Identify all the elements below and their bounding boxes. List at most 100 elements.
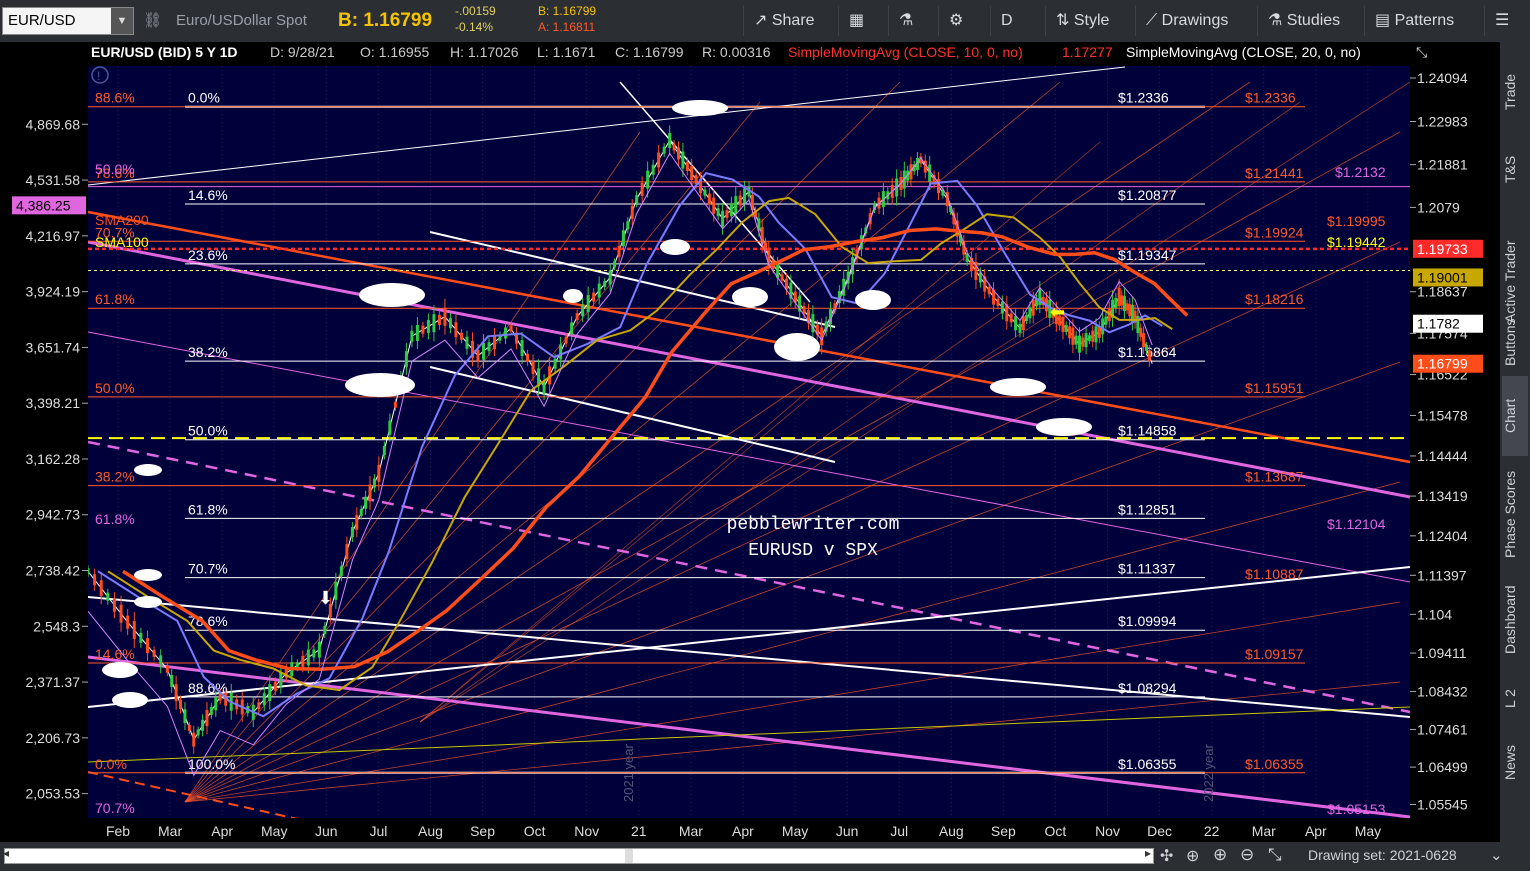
bid-price: B: 1.16799 <box>338 10 433 31</box>
sidebar-tab-buttons[interactable]: Buttons <box>1502 297 1528 387</box>
candle-body <box>1091 330 1095 342</box>
target-oval <box>134 596 162 608</box>
chart-grid-button[interactable]: ▦ <box>838 6 889 36</box>
target-oval <box>732 287 768 307</box>
right-axis-label: 1.08432 <box>1417 683 1468 699</box>
patterns-label: Patterns <box>1394 12 1455 29</box>
period-button[interactable]: D <box>990 6 1043 36</box>
candle-body <box>617 245 621 257</box>
target-oval <box>855 290 891 310</box>
candle-body <box>388 420 392 435</box>
sidebar-tab-l2[interactable]: L 2 <box>1502 674 1528 724</box>
candle-body <box>570 322 574 335</box>
menu-button[interactable]: ☰ <box>1484 6 1530 36</box>
fib-level-price: $1.11337 <box>1118 561 1176 577</box>
zoom-out-icon[interactable]: ⊖ <box>1240 845 1254 865</box>
candle-body <box>404 351 408 368</box>
candle-body <box>635 195 639 204</box>
left-axis-label: 4,531.58 <box>26 172 81 188</box>
candle-body <box>159 655 163 668</box>
chevron-down-icon[interactable]: ▼ <box>111 8 133 34</box>
symbol-selector[interactable]: EUR/USD ▼ <box>2 7 134 35</box>
fib-red-percent: 61.8% <box>95 291 135 307</box>
chart-svg[interactable]: 0.0% $1.233614.6% $1.2087723.6% $1.1934738.… <box>0 42 1498 843</box>
candle-body <box>657 152 661 168</box>
share-label: Share <box>771 12 815 29</box>
grid-icon: ▦ <box>849 12 865 29</box>
candle-body <box>1064 324 1068 332</box>
sidebar-tab-news[interactable]: News <box>1502 732 1528 792</box>
sidebar-tab-chart[interactable]: Chart <box>1502 376 1528 456</box>
left-axis-label: 2,053.53 <box>26 786 81 802</box>
candle-body <box>334 581 338 600</box>
drawings-button[interactable]: ⟋ Drawings <box>1135 6 1256 36</box>
candle-body <box>209 706 213 715</box>
zoom-in-icon[interactable]: ⊕ <box>1213 845 1227 865</box>
scrollbar-thumb[interactable] <box>625 849 633 863</box>
drawing-set-label[interactable]: Drawing set: 2021-0628 <box>1308 847 1457 863</box>
link-icon[interactable]: ⛓ <box>143 7 162 35</box>
x-axis-label: Oct <box>1045 823 1067 839</box>
legend-high: H: 1.17026 <box>450 44 519 60</box>
candle-body <box>1104 316 1108 325</box>
expand-icon[interactable]: ⤡ <box>1416 44 1427 60</box>
chart-area[interactable]: 0.0% $1.2336 14.6% $1.20877 23.6% $1.19347 38.… <box>0 42 1498 843</box>
candle-body <box>1142 333 1146 348</box>
candle-body <box>597 283 601 298</box>
left-arrow-icon: ⬅ <box>1050 302 1065 322</box>
candle-body <box>1018 323 1022 333</box>
x-axis-label: Apr <box>732 823 754 839</box>
candle-body <box>205 710 209 727</box>
studies-icon: ⚗ <box>1268 12 1287 29</box>
candle-body <box>481 342 485 360</box>
right-axis-label: 1.22983 <box>1417 113 1468 129</box>
fit-icon[interactable]: ⤡ <box>1268 845 1282 865</box>
candle-body <box>152 650 156 657</box>
legend-date: D: 9/28/21 <box>270 44 335 60</box>
candle-body <box>377 464 381 482</box>
candle-body <box>672 143 676 151</box>
candle-body <box>448 318 452 329</box>
x-axis-label: Nov <box>1095 823 1120 839</box>
drawing-set-chevron-icon[interactable]: ⌄ <box>1490 846 1503 864</box>
crosshair-icon[interactable]: ⊕ <box>1186 846 1199 866</box>
candle-body <box>662 146 666 154</box>
fib-level-price: $1.06355 <box>1118 756 1177 772</box>
settings-button[interactable]: ⚙ <box>938 6 989 36</box>
candle-body <box>112 598 116 612</box>
left-axis-label: 2,206.73 <box>26 730 81 746</box>
style-button[interactable]: ⇅ Style <box>1045 6 1142 36</box>
scroll-left-icon[interactable]: ◂ <box>3 846 9 860</box>
candle-body <box>415 324 419 341</box>
annotation-label: $1.2132 <box>1335 164 1386 180</box>
studies-button[interactable]: ⚗ Studies <box>1257 6 1368 36</box>
fib-red-percent: 50.0% <box>95 380 135 396</box>
candle-body <box>1087 335 1091 342</box>
style-label: Style <box>1073 12 1110 29</box>
sidebar-tab-dashboard[interactable]: Dashboard <box>1502 572 1528 667</box>
candle-body <box>520 340 524 356</box>
sidebar-tab-phase-scores[interactable]: Phase Scores <box>1502 462 1528 567</box>
x-axis-label: Jun <box>315 823 338 839</box>
candle-body <box>187 724 191 731</box>
candle-body <box>1078 335 1081 353</box>
sidebar-tab-trade[interactable]: Trade <box>1502 52 1528 132</box>
candle-body <box>179 699 183 709</box>
share-button[interactable]: ↗ Share <box>743 6 844 36</box>
patterns-button[interactable]: ▤ Patterns <box>1364 6 1475 36</box>
right-axis-bg <box>1410 66 1498 818</box>
drawings-icon: ⟋ <box>1146 12 1162 29</box>
sidebar-tab-ts[interactable]: T&S <box>1502 137 1528 202</box>
price-tag-label: 1.19001 <box>1417 269 1468 285</box>
annotation-label: $1.10887 <box>1245 566 1304 582</box>
price-tag-label: 4,386.25 <box>16 197 71 213</box>
flask-button[interactable]: ⚗ <box>888 6 939 36</box>
time-scrollbar[interactable]: ◂ ▸ <box>3 846 1154 864</box>
fib-red-price: $1.15951 <box>1245 380 1304 396</box>
candle-body <box>651 164 655 175</box>
pan-icon[interactable]: ✣ <box>1160 846 1173 866</box>
candle-body <box>1120 295 1124 306</box>
annotation-label: SMA100 <box>95 234 149 250</box>
year-marker-2022: 2022 year <box>1201 744 1216 802</box>
scroll-right-icon[interactable]: ▸ <box>1145 846 1151 860</box>
